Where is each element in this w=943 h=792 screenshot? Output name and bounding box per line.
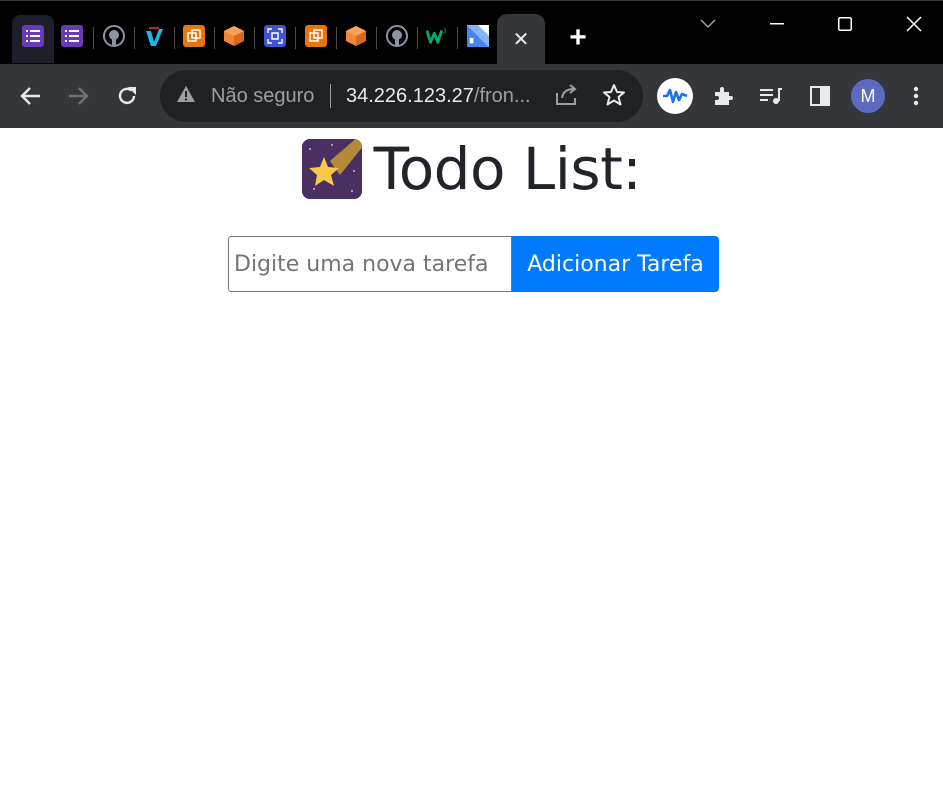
tab-github-2[interactable] bbox=[377, 15, 417, 63]
tab-aws-5[interactable] bbox=[336, 15, 376, 63]
tab-forms-1[interactable] bbox=[12, 15, 54, 63]
tab-active[interactable]: ✕ bbox=[497, 14, 545, 65]
arrow-right-icon bbox=[69, 87, 89, 105]
add-task-button[interactable]: Adicionar Tarefa bbox=[512, 236, 719, 292]
w3schools-icon: 3 bbox=[426, 25, 448, 47]
new-tab-button[interactable]: + bbox=[562, 23, 594, 55]
list-form-icon bbox=[22, 25, 44, 47]
url-path: /fron... bbox=[473, 85, 531, 107]
more-menu-icon[interactable] bbox=[898, 78, 934, 114]
tab-aws-2[interactable] bbox=[214, 15, 254, 63]
close-tab-icon[interactable]: ✕ bbox=[513, 27, 530, 52]
tab-aws-3[interactable] bbox=[255, 15, 295, 63]
security-label[interactable]: Não seguro bbox=[211, 85, 314, 108]
aws-scan-icon bbox=[264, 25, 286, 47]
address-divider bbox=[330, 84, 331, 108]
tab-aws-1[interactable] bbox=[174, 15, 214, 63]
url-host: 34.226.123.27 bbox=[346, 85, 474, 107]
extension-wave-icon[interactable] bbox=[657, 78, 693, 114]
tab-aws-4[interactable] bbox=[296, 15, 336, 63]
new-task-input[interactable] bbox=[228, 236, 512, 292]
page-heading: Todo List: bbox=[0, 136, 943, 202]
url-text[interactable]: 34.226.123.27/fron... bbox=[346, 85, 531, 108]
back-button[interactable] bbox=[13, 78, 49, 114]
vimeo-icon bbox=[143, 25, 165, 47]
browser-toolbar: Não seguro 34.226.123.27/fron... M bbox=[0, 64, 943, 128]
reload-button[interactable] bbox=[109, 78, 145, 114]
page-title: Todo List: bbox=[373, 135, 642, 203]
share-icon[interactable] bbox=[554, 83, 580, 112]
github-icon bbox=[386, 25, 408, 47]
close-window-icon[interactable] bbox=[891, 9, 937, 39]
minimize-icon[interactable] bbox=[754, 9, 800, 39]
tab-strip: 3 ✕ + bbox=[0, 0, 943, 65]
address-bar[interactable]: Não seguro 34.226.123.27/fron... bbox=[160, 70, 643, 122]
list-form-icon bbox=[61, 25, 83, 47]
aws-cube-icon bbox=[345, 25, 367, 47]
maximize-icon[interactable] bbox=[822, 9, 868, 39]
tab-w3schools[interactable]: 3 bbox=[417, 15, 457, 63]
tab-forms-2[interactable] bbox=[52, 15, 92, 63]
side-panel-icon[interactable] bbox=[802, 78, 838, 114]
media-playlist-icon[interactable] bbox=[753, 78, 789, 114]
page-content: Todo List: Adicionar Tarefa bbox=[0, 128, 943, 792]
extensions-puzzle-icon[interactable] bbox=[705, 78, 741, 114]
aws-copy-icon bbox=[183, 25, 205, 47]
tab-vimeo[interactable] bbox=[134, 15, 174, 63]
aws-cube-icon bbox=[223, 25, 245, 47]
profile-avatar[interactable]: M bbox=[851, 79, 885, 113]
github-icon bbox=[103, 25, 125, 47]
warning-icon[interactable] bbox=[176, 84, 196, 109]
reload-icon bbox=[118, 87, 136, 105]
arrow-left-icon bbox=[20, 87, 40, 105]
bookmark-star-icon[interactable] bbox=[602, 83, 626, 112]
aws-copy-icon bbox=[305, 25, 327, 47]
tab-search-icon[interactable] bbox=[685, 9, 731, 39]
docs-map-icon bbox=[467, 25, 489, 47]
forward-button[interactable] bbox=[60, 78, 96, 114]
tab-github-1[interactable] bbox=[94, 15, 134, 63]
svg-text:3: 3 bbox=[443, 27, 447, 35]
tab-docs[interactable] bbox=[458, 15, 498, 63]
shooting-star-icon bbox=[301, 139, 362, 199]
